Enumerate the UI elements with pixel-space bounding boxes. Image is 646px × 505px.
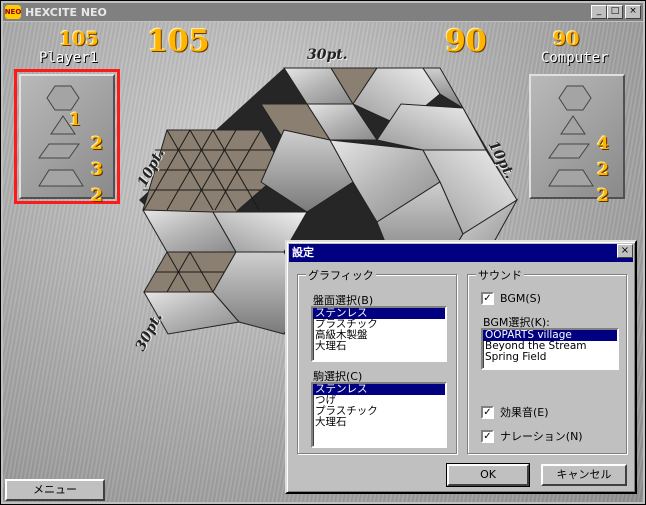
menu-button[interactable]: メニュー [5, 479, 105, 501]
bgm-checkbox-label: BGM(S) [500, 292, 541, 305]
narration-check-icon[interactable]: ✓ [481, 429, 494, 443]
board-point-label-top: 30pt. [307, 47, 348, 63]
board-select-listbox[interactable]: ステンレス プラスチック 高級木製盤 大理石 [311, 306, 447, 362]
piece-option-marble[interactable]: 大理石 [313, 417, 445, 428]
bgm-check-icon[interactable]: ✓ [481, 292, 494, 305]
app-logo-icon: NEO [5, 5, 21, 19]
bgm-select-listbox[interactable]: OOPARTS village Beyond the Stream Spring… [481, 328, 619, 370]
settings-close-button[interactable]: × [617, 244, 633, 258]
board-option-marble[interactable]: 大理石 [313, 341, 445, 352]
ok-button[interactable]: OK [446, 463, 530, 487]
close-button[interactable]: × [625, 5, 641, 19]
sfx-check-icon[interactable]: ✓ [481, 405, 494, 419]
title-bar[interactable]: NEO HEXCITE NEO _ □ × [3, 3, 643, 21]
graphics-group-legend: グラフィック [306, 267, 376, 283]
app-window: NEO HEXCITE NEO _ □ × 105 Player1 105 90… [0, 0, 646, 505]
settings-dialog: 設定 × グラフィック 盤面選択(B) ステンレス プラスチック 高級木製盤 大… [285, 240, 637, 494]
window-title: HEXCITE NEO [25, 5, 107, 19]
maximize-button[interactable]: □ [607, 5, 623, 19]
sfx-checkbox[interactable]: ✓ 効果音(E) [481, 404, 549, 420]
narration-checkbox[interactable]: ✓ ナレーション(N) [481, 428, 583, 444]
bgm-option-spring-field[interactable]: Spring Field [483, 352, 617, 363]
bgm-checkbox[interactable]: ✓ BGM(S) [481, 292, 541, 305]
piece-select-listbox[interactable]: ステンレス つげ プラスチック 大理石 [311, 382, 447, 448]
sound-group-legend: サウンド [476, 267, 524, 283]
sfx-checkbox-label: 効果音(E) [500, 406, 549, 419]
minimize-button[interactable]: _ [591, 5, 607, 19]
cancel-button[interactable]: キャンセル [541, 464, 627, 486]
window-controls: _ □ × [591, 5, 641, 19]
narration-checkbox-label: ナレーション(N) [500, 430, 583, 443]
settings-dialog-title[interactable]: 設定 [289, 244, 633, 262]
